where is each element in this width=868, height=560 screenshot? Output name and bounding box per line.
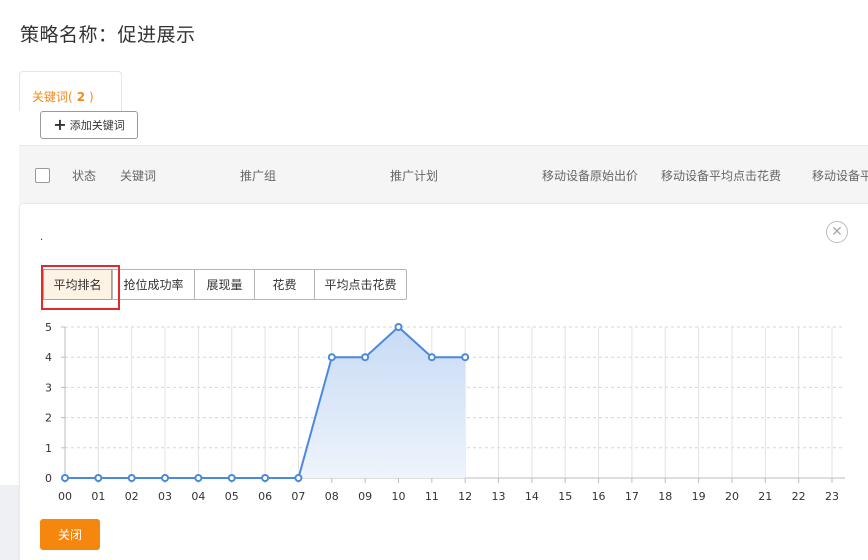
- x-tick-label: 17: [625, 490, 639, 503]
- y-tick-label: 2: [45, 412, 52, 425]
- x-tick-label: 00: [58, 490, 72, 503]
- data-point: [461, 353, 470, 362]
- x-tick-label: 13: [492, 490, 506, 503]
- x-tick-label: 16: [592, 490, 606, 503]
- x-tick-label: 01: [91, 490, 105, 503]
- y-tick-label: 3: [45, 381, 52, 394]
- x-tick-label: 20: [725, 490, 739, 503]
- x-tick-label: 10: [391, 490, 405, 503]
- x-tick-label: 12: [458, 490, 472, 503]
- data-point: [94, 474, 103, 482]
- data-point: [261, 474, 270, 482]
- data-point: [427, 353, 436, 362]
- x-tick-label: 06: [258, 490, 272, 503]
- x-tick-label: 15: [558, 490, 572, 503]
- x-tick-label: 23: [825, 490, 839, 503]
- y-tick-label: 4: [45, 351, 52, 364]
- data-point: [127, 474, 136, 482]
- x-tick-label: 07: [291, 490, 305, 503]
- data-point: [327, 353, 336, 362]
- y-tick-label: 1: [45, 442, 52, 455]
- close-button[interactable]: 关闭: [40, 519, 100, 550]
- x-tick-label: 09: [358, 490, 372, 503]
- x-tick-label: 08: [325, 490, 339, 503]
- data-point: [394, 323, 403, 331]
- x-tick-label: 21: [758, 490, 772, 503]
- data-point: [227, 474, 236, 482]
- rank-chart: 01234500 01 02 03 04 05 06 07 08 09 10 11 12 13 14 15 16…: [45, 321, 845, 503]
- x-tick-label: 14: [525, 490, 539, 503]
- x-tick-label: 02: [125, 490, 139, 503]
- data-point: [294, 474, 303, 482]
- y-tick-label: 0: [45, 472, 52, 485]
- data-point: [61, 474, 69, 482]
- x-tick-label: 19: [692, 490, 706, 503]
- data-point: [161, 474, 170, 482]
- y-tick-label: 5: [45, 321, 52, 334]
- x-tick-label: 05: [225, 490, 239, 503]
- x-tick-label: 04: [191, 490, 205, 503]
- x-tick-label: 11: [425, 490, 439, 503]
- x-tick-label: 18: [658, 490, 672, 503]
- x-tick-label: 03: [158, 490, 172, 503]
- data-point: [194, 474, 203, 482]
- data-point: [361, 353, 370, 362]
- x-tick-label: 22: [792, 490, 806, 503]
